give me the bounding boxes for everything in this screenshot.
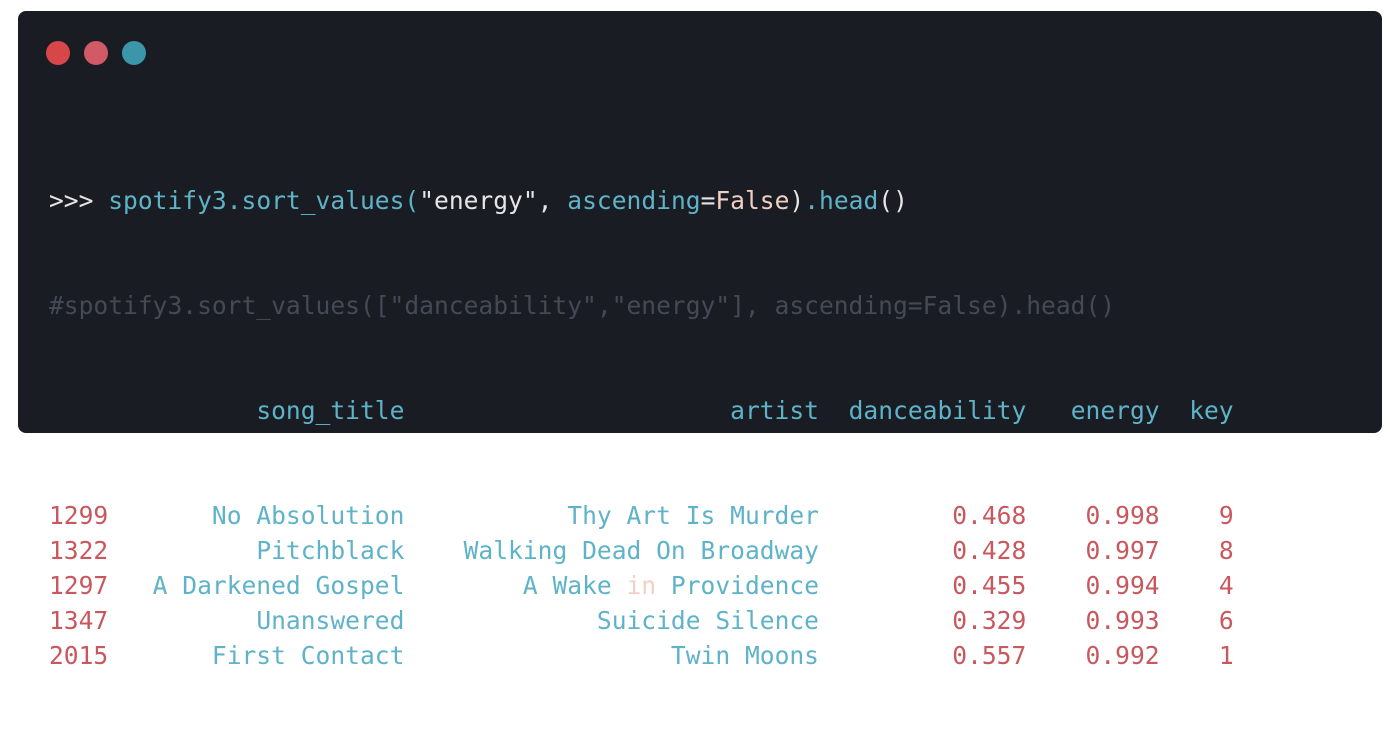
table-row: 1322 Pitchblack Walking Dead On Broadway…: [49, 533, 1234, 568]
head-method: .head: [804, 186, 879, 215]
table-row: 1297 A Darkened Gospel A Wake in Provide…: [49, 568, 1234, 603]
column-header-energy: energy: [1070, 396, 1160, 425]
arg-separator: ,: [537, 186, 568, 215]
cell-danceability: 0.557: [952, 641, 1027, 670]
cell-danceability: 0.329: [952, 606, 1027, 635]
cell-song-title: First Contact: [211, 641, 405, 670]
terminal-output: >>> spotify3.sort_values("energy", ascen…: [49, 113, 1234, 743]
boolean-value: False: [715, 186, 790, 215]
cell-artist: Walking Dead On Broadway: [463, 536, 819, 565]
cell-key: 4: [1218, 571, 1234, 600]
table-body: 1299 No Absolution Thy Art Is Murder 0.4…: [49, 498, 1234, 673]
cell-song-title: Pitchblack: [256, 536, 405, 565]
cell-song-title: Unanswered: [256, 606, 405, 635]
cell-artist: A Wake in Providence: [523, 571, 819, 600]
cell-danceability: 0.468: [952, 501, 1027, 530]
column-header-song-title: song_title: [256, 396, 405, 425]
maximize-button[interactable]: [122, 41, 146, 65]
cell-energy: 0.993: [1085, 606, 1160, 635]
cell-artist: Twin Moons: [670, 641, 819, 670]
cell-key: 1: [1218, 641, 1234, 670]
column-header-key: key: [1189, 396, 1234, 425]
table-row: 2015 First Contact Twin Moons 0.557 0.99…: [49, 638, 1234, 673]
cell-energy: 0.998: [1085, 501, 1160, 530]
terminal-window: >>> spotify3.sort_values("energy", ascen…: [18, 11, 1382, 670]
index-header-spacer: [49, 396, 108, 425]
command-line: >>> spotify3.sort_values("energy", ascen…: [49, 183, 1234, 218]
cell-key: 6: [1218, 606, 1234, 635]
prompt: >>>: [49, 186, 109, 215]
cell-song-title: No Absolution: [211, 501, 405, 530]
table-row: 1347 Unanswered Suicide Silence 0.329 0.…: [49, 603, 1234, 638]
table-row: 1299 No Absolution Thy Art Is Murder 0.4…: [49, 498, 1234, 533]
row-index: 2015: [49, 641, 109, 670]
cell-danceability: 0.428: [952, 536, 1027, 565]
cell-energy: 0.992: [1085, 641, 1160, 670]
column-header-danceability: danceability: [848, 396, 1027, 425]
head-call: (): [878, 186, 908, 215]
cell-key: 9: [1218, 501, 1234, 530]
cell-artist-keyword: in: [626, 571, 657, 600]
cell-artist-part: Providence: [656, 571, 819, 600]
window-controls: [46, 41, 146, 65]
cell-key: 8: [1218, 536, 1234, 565]
cell-artist: Suicide Silence: [596, 606, 819, 635]
equals-sign: =: [700, 186, 716, 215]
close-button[interactable]: [46, 41, 70, 65]
cell-artist: Thy Art Is Murder: [567, 501, 819, 530]
cell-danceability: 0.455: [952, 571, 1027, 600]
dataframe-variable: spotify3: [108, 186, 227, 215]
minimize-button[interactable]: [84, 41, 108, 65]
comment-line: #spotify3.sort_values(["danceability","e…: [49, 291, 1116, 320]
keyword-argument: ascending: [567, 186, 701, 215]
row-index: 1347: [49, 606, 109, 635]
cell-artist-part: A Wake: [522, 571, 627, 600]
sort-argument: "energy": [419, 186, 538, 215]
cell-song-title: A Darkened Gospel: [152, 571, 405, 600]
cell-energy: 0.994: [1085, 571, 1160, 600]
close-paren: ): [789, 186, 805, 215]
row-index: 1297: [49, 571, 109, 600]
cell-energy: 0.997: [1085, 536, 1160, 565]
row-index: 1322: [49, 536, 109, 565]
column-header-artist: artist: [730, 396, 819, 425]
table-header: song_title artist danceability energy ke…: [49, 393, 1234, 428]
sort-method: .sort_values(: [226, 186, 420, 215]
row-index: 1299: [49, 501, 109, 530]
